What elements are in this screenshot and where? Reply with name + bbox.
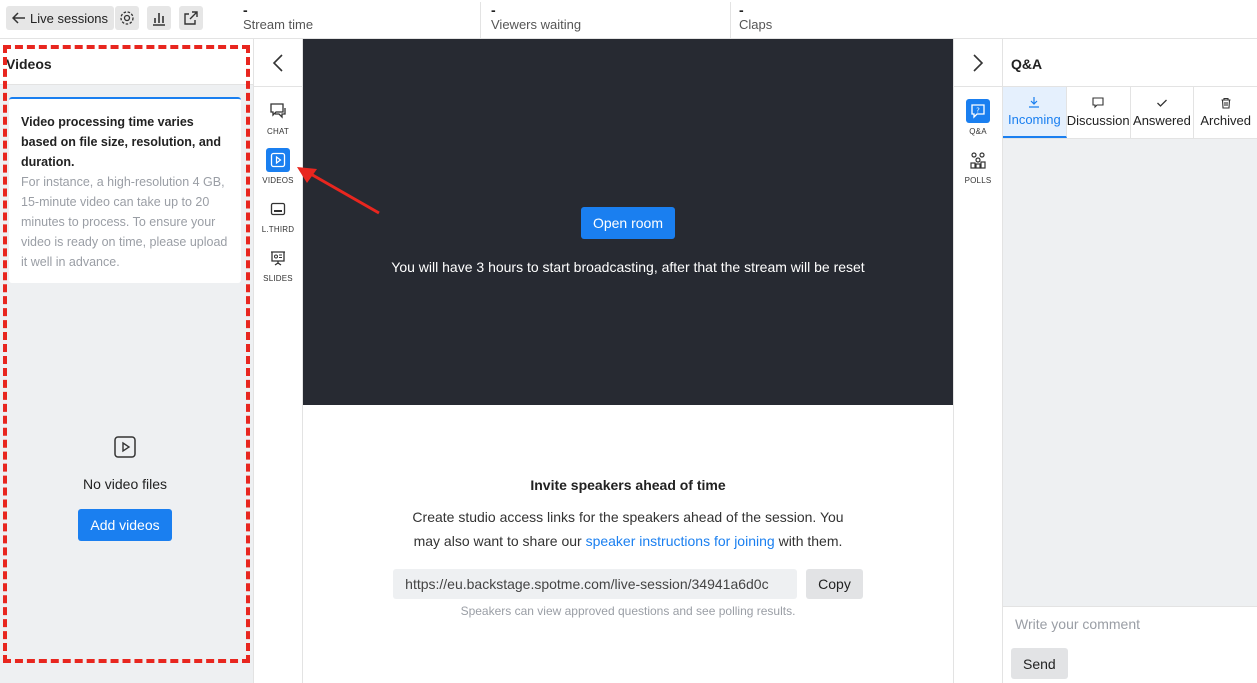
- tab-archived-label: Archived: [1200, 113, 1251, 128]
- svg-text:?: ?: [976, 107, 980, 115]
- video-icon: [270, 152, 286, 168]
- rail-item-slides[interactable]: SLIDES: [254, 246, 302, 283]
- slides-icon: [271, 251, 285, 266]
- rail-item-qa-label: Q&A: [969, 127, 987, 136]
- back-button-label: Live sessions: [30, 10, 109, 26]
- stream-time-stat: - Stream time: [236, 2, 481, 38]
- right-tool-rail: ? Q&A POLLS: [953, 39, 1003, 683]
- add-videos-button[interactable]: Add videos: [78, 509, 172, 541]
- collapse-left-button[interactable]: [254, 39, 302, 87]
- speaker-permissions-note: Speakers can view approved questions and…: [460, 604, 796, 618]
- chat-icon: [270, 103, 286, 119]
- open-external-button[interactable]: [179, 6, 203, 30]
- videos-panel: Videos Video processing time varies base…: [0, 39, 254, 683]
- speaker-instructions-link[interactable]: speaker instructions for joining: [586, 533, 775, 549]
- stream-time-value: -: [243, 2, 248, 18]
- open-room-button[interactable]: Open room: [580, 207, 676, 239]
- qa-panel-title: Q&A: [1003, 39, 1257, 87]
- annotation-arrow: [297, 167, 380, 215]
- settings-button[interactable]: [115, 6, 139, 30]
- tab-discussion-label: Discussion: [1066, 113, 1130, 128]
- rail-item-chat[interactable]: CHAT: [254, 99, 302, 136]
- rail-item-polls[interactable]: POLLS: [954, 148, 1002, 185]
- invite-title: Invite speakers ahead of time: [530, 477, 726, 493]
- claps-label: Claps: [739, 17, 773, 32]
- invite-description: Create studio access links for the speak…: [398, 505, 858, 553]
- back-to-live-sessions-button[interactable]: Live sessions: [6, 6, 115, 30]
- analytics-button[interactable]: [147, 6, 171, 30]
- tab-answered[interactable]: Answered: [1131, 87, 1195, 138]
- viewers-waiting-label: Viewers waiting: [491, 17, 582, 32]
- rail-item-polls-label: POLLS: [964, 176, 992, 185]
- trash-icon: [1221, 97, 1231, 109]
- processing-info-card: Video processing time varies based on fi…: [9, 97, 241, 283]
- invite-desc-after: with them.: [774, 533, 843, 549]
- video-file-icon: [114, 436, 136, 458]
- tab-incoming[interactable]: Incoming: [1003, 87, 1067, 138]
- tab-incoming-label: Incoming: [1007, 112, 1061, 127]
- comment-icon: [1092, 97, 1104, 109]
- empty-state: No video files Add videos: [0, 435, 250, 541]
- external-link-icon: [184, 11, 198, 25]
- tab-answered-label: Answered: [1133, 113, 1191, 128]
- claps-value: -: [739, 2, 744, 18]
- qa-icon: ?: [971, 104, 985, 119]
- rail-item-lower-third-label: L.THIRD: [261, 225, 295, 234]
- tab-archived[interactable]: Archived: [1194, 87, 1257, 138]
- tab-discussion[interactable]: Discussion: [1067, 87, 1131, 138]
- stream-time-label: Stream time: [243, 17, 314, 32]
- videos-panel-title: Videos: [0, 39, 253, 85]
- invite-speakers-section: Invite speakers ahead of time Create stu…: [303, 405, 953, 683]
- left-tool-rail: CHAT VIDEOS L.THIRD SLIDES: [254, 39, 303, 683]
- comment-input[interactable]: [1003, 606, 1257, 640]
- bar-chart-icon: [153, 13, 165, 26]
- rail-item-videos-label: VIDEOS: [262, 176, 294, 185]
- broadcast-window-message: You will have 3 hours to start broadcast…: [391, 259, 865, 275]
- polls-icon: [970, 152, 986, 169]
- download-icon: [1029, 97, 1040, 108]
- qa-question-list: [1003, 139, 1257, 606]
- viewers-waiting-stat: - Viewers waiting: [482, 2, 731, 38]
- chevron-right-icon: [973, 53, 984, 72]
- stream-stage: Open room You will have 3 hours to start…: [303, 39, 953, 405]
- top-bar: Live sessions - Stream time - Viewers wa…: [0, 0, 1257, 39]
- no-video-files-text: No video files: [82, 476, 168, 492]
- qa-tabs: Incoming Discussion Answered Archived: [1003, 87, 1257, 139]
- gear-icon: [120, 11, 134, 25]
- processing-info-headline: Video processing time varies based on fi…: [21, 115, 222, 169]
- rail-item-chat-label: CHAT: [267, 127, 289, 136]
- studio-link-field[interactable]: [393, 569, 798, 599]
- viewers-waiting-value: -: [491, 2, 496, 18]
- send-button[interactable]: Send: [1011, 648, 1068, 679]
- processing-info-detail: For instance, a high-resolution 4 GB, 15…: [21, 175, 228, 269]
- chevron-left-icon: [272, 53, 283, 72]
- qa-panel: Q&A Incoming Discussion Answered Archive…: [1003, 39, 1257, 683]
- rail-item-slides-label: SLIDES: [263, 274, 293, 283]
- check-icon: [1156, 99, 1167, 107]
- claps-stat: - Claps: [731, 2, 980, 38]
- collapse-right-button[interactable]: [954, 39, 1002, 87]
- rail-item-qa[interactable]: ? Q&A: [954, 99, 1002, 136]
- arrow-left-icon: [12, 12, 25, 24]
- copy-link-button[interactable]: Copy: [806, 569, 863, 599]
- lower-third-icon: [270, 202, 286, 216]
